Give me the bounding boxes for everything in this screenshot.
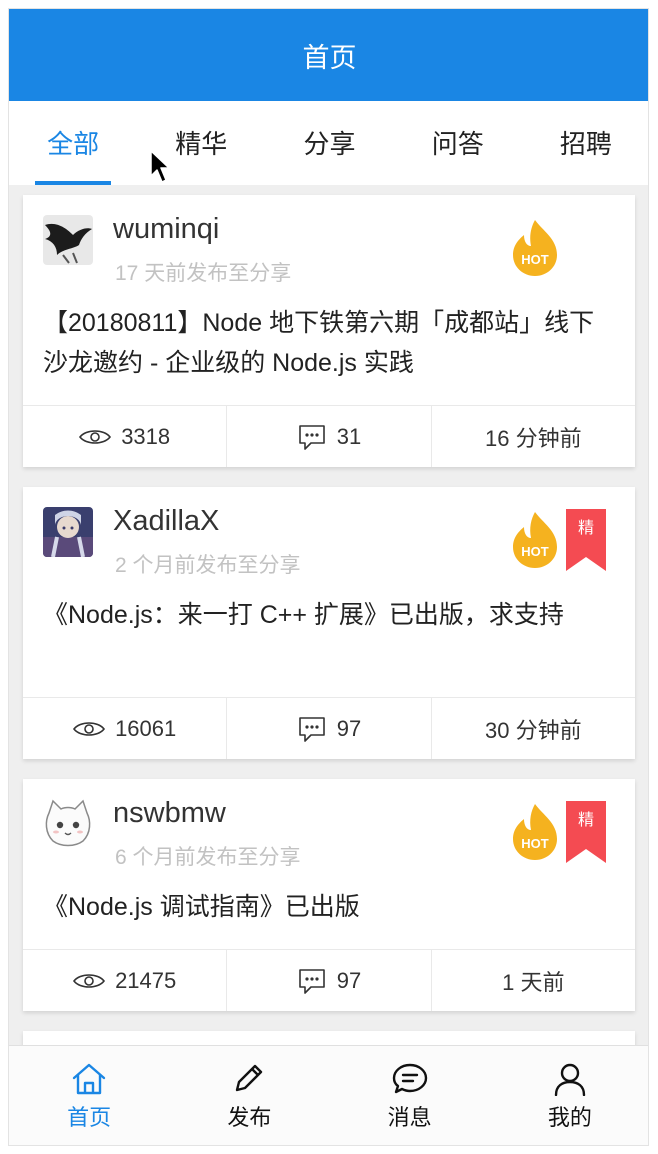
nav-home[interactable]: 首页 (9, 1046, 169, 1145)
view-count: 3318 (23, 406, 228, 467)
topic-meta: 17 天前发布至分享 (115, 262, 292, 285)
hot-badge-label: HOT (521, 544, 549, 559)
eye-icon (73, 721, 106, 736)
eye-icon (79, 429, 112, 444)
avatar[interactable] (43, 215, 93, 265)
topic-meta: 6 个月前发布至分享 (115, 846, 301, 869)
view-count: 21475 (23, 950, 228, 1011)
message-icon (392, 1063, 427, 1093)
nav-label: 消息 (387, 1104, 432, 1130)
tab-ask[interactable]: 问答 (394, 101, 522, 183)
tab-label: 分享 (303, 128, 356, 159)
app-header: 首页 (9, 9, 648, 101)
nav-profile[interactable]: 我的 (490, 1046, 648, 1145)
category-tabs: 全部 精华 分享 问答 招聘 (9, 101, 648, 185)
tab-label: 精华 (175, 128, 228, 159)
view-count-value: 3318 (121, 423, 171, 449)
topic-card[interactable]: XadillaX 2 个月前发布至分享 HOT 精 《Node.js：来一打 C… (23, 487, 635, 759)
topic-title[interactable]: 《Node.js 调试指南》已出版 (43, 887, 618, 927)
view-count-value: 21475 (115, 967, 177, 993)
reply-count-value: 31 (336, 423, 362, 449)
last-reply-value: 16 分钟前 (485, 425, 582, 451)
avatar[interactable] (43, 507, 93, 557)
last-reply-value: 1 天前 (502, 969, 565, 995)
page-title: 首页 (302, 42, 357, 73)
reply-count: 97 (227, 698, 432, 759)
eye-icon (73, 973, 106, 988)
reply-count: 97 (227, 950, 432, 1011)
hot-badge-label: HOT (521, 836, 549, 851)
tab-label: 招聘 (559, 128, 612, 159)
nav-messages[interactable]: 消息 (330, 1046, 490, 1145)
tab-label: 全部 (47, 128, 100, 159)
reply-count-value: 97 (336, 967, 362, 993)
app-frame: 首页 全部 精华 分享 问答 招聘 wuminqi 17 天前发布至分享 HOT (8, 8, 649, 1146)
comment-icon (298, 716, 325, 742)
topic-card[interactable]: wuminqi 17 天前发布至分享 HOT 【20180811】Node 地下… (23, 195, 635, 467)
last-reply-time: 30 分钟前 (432, 698, 635, 759)
nav-label: 发布 (227, 1104, 272, 1130)
bottom-nav: 首页 发布 消息 我的 (9, 1045, 648, 1145)
topic-stats: 3318 31 16 分钟前 (23, 405, 635, 467)
tab-job[interactable]: 招聘 (522, 101, 648, 183)
reply-count: 31 (227, 406, 432, 467)
reply-count-value: 97 (336, 715, 362, 741)
home-icon (72, 1063, 106, 1094)
hot-badge-icon: HOT (513, 220, 557, 276)
mouse-cursor-icon (150, 150, 170, 183)
good-badge-label: 精 (578, 810, 594, 829)
topic-card[interactable]: nswbmw 6 个月前发布至分享 HOT 精 《Node.js 调试指南》已出… (23, 779, 635, 1011)
good-badge-label: 精 (578, 518, 594, 537)
nav-publish[interactable]: 发布 (169, 1046, 329, 1145)
nav-label: 首页 (67, 1104, 112, 1130)
topic-title[interactable]: 《Node.js：来一打 C++ 扩展》已出版，求支持 (43, 595, 618, 635)
user-icon (554, 1063, 586, 1096)
view-count: 16061 (23, 698, 228, 759)
topic-stats: 16061 97 30 分钟前 (23, 697, 635, 759)
avatar[interactable] (43, 799, 93, 849)
hot-badge-icon: HOT (513, 512, 557, 568)
author-name[interactable]: wuminqi (113, 213, 219, 246)
tab-label: 问答 (431, 128, 484, 159)
hot-badge-icon: HOT (513, 804, 557, 860)
topic-stats: 21475 97 1 天前 (23, 949, 635, 1011)
tab-all[interactable]: 全部 (9, 101, 137, 185)
topic-title[interactable]: 【20180811】Node 地下铁第六期「成都站」线下沙龙邀约 - 企业级的 … (43, 303, 618, 383)
last-reply-time: 16 分钟前 (432, 406, 635, 467)
good-badge-icon: 精 (566, 509, 606, 571)
topic-meta: 2 个月前发布至分享 (115, 554, 301, 577)
author-name[interactable]: nswbmw (113, 797, 226, 830)
last-reply-value: 30 分钟前 (485, 717, 582, 743)
comment-icon (298, 424, 325, 450)
pencil-icon (236, 1064, 263, 1091)
nav-label: 我的 (547, 1104, 592, 1130)
last-reply-time: 1 天前 (432, 950, 635, 1011)
comment-icon (298, 968, 325, 994)
author-name[interactable]: XadillaX (113, 505, 219, 538)
hot-badge-label: HOT (521, 252, 549, 267)
good-badge-icon: 精 (566, 801, 606, 863)
view-count-value: 16061 (115, 715, 177, 741)
tab-share[interactable]: 分享 (265, 101, 393, 183)
